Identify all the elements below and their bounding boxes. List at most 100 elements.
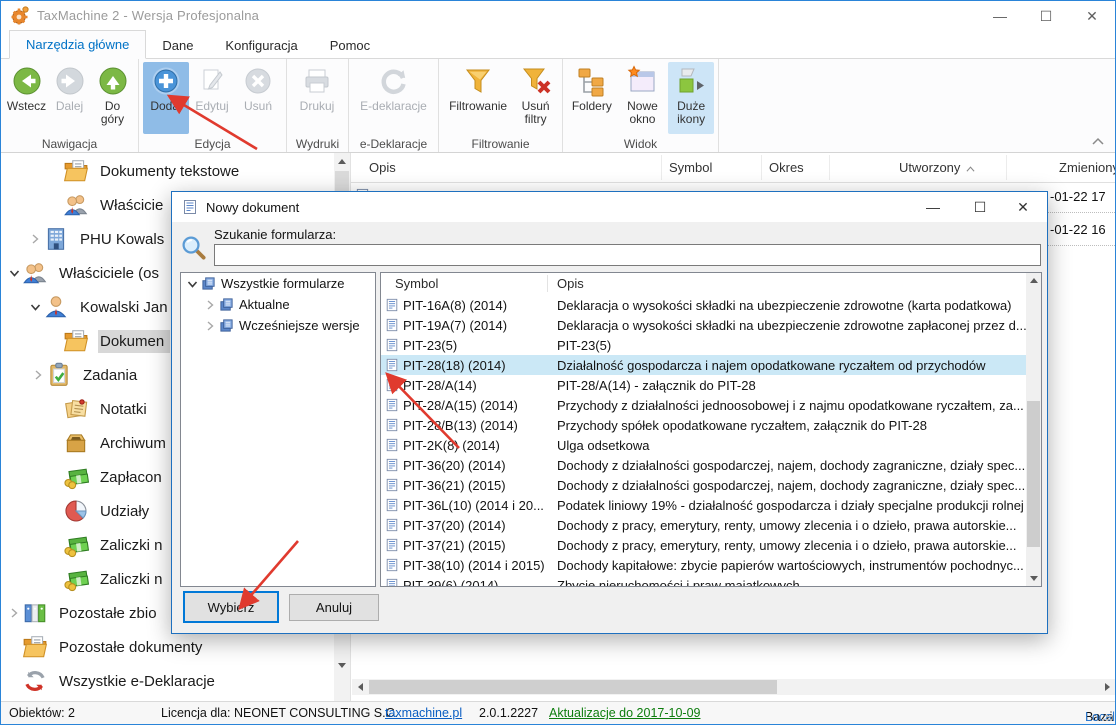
sidebar-item-wszystkie-edeklaracje[interactable]: Wszystkie e-Deklaracje [1, 664, 334, 698]
form-search-input[interactable] [214, 244, 1041, 266]
status-updates-link[interactable]: Aktualizacje do 2017-10-09 [549, 706, 701, 720]
form-row-pit36-20[interactable]: PIT-36(20) (2014)Dochody z działalności … [381, 455, 1026, 475]
add-button[interactable]: Dodaj [143, 62, 189, 134]
large-icons-icon [675, 65, 707, 97]
window-maximize-button[interactable]: ☐ [1023, 1, 1069, 31]
form-icon [385, 498, 399, 512]
tab-dane[interactable]: Dane [146, 32, 209, 59]
chevron-right-icon[interactable] [7, 606, 21, 620]
form-row-pit28a15[interactable]: PIT-28/A(15) (2014)Przychody z działalno… [381, 395, 1026, 415]
new-window-button[interactable]: Nowe okno [617, 62, 669, 134]
group-label-edycja: Edycja [139, 137, 286, 151]
tab-konfiguracja[interactable]: Konfiguracja [209, 32, 313, 59]
scroll-up-icon[interactable] [1026, 273, 1041, 288]
scroll-down-icon[interactable] [1026, 571, 1041, 586]
forms-list-header: Symbol Opis [381, 273, 1026, 294]
folders-button[interactable]: Foldery [567, 62, 617, 134]
archive-box-icon [63, 430, 89, 456]
form-icon [385, 298, 399, 312]
ribbon-group-edycja: Dodaj Edytuj Usuń Edycja [139, 59, 287, 152]
edit-button[interactable]: Edytuj [189, 62, 235, 134]
scroll-left-icon[interactable] [352, 679, 368, 695]
resize-grip[interactable] [1101, 710, 1113, 722]
clear-filters-icon [520, 65, 552, 97]
ribbon-group-edeklaracje: E-deklaracje e-Deklaracje [349, 59, 439, 152]
sidebar-item-dokumenty-tekstowe[interactable]: Dokumenty tekstowe [1, 154, 334, 188]
form-stack-icon [219, 297, 234, 312]
ribbon-collapse-icon[interactable] [1091, 136, 1105, 146]
tree-item-aktualne[interactable]: Aktualne [181, 294, 375, 315]
clear-filters-button[interactable]: Usuń filtry [513, 62, 558, 134]
money-icon [63, 566, 89, 592]
form-icon [385, 558, 399, 572]
form-row-pit36-21[interactable]: PIT-36(21) (2015)Dochody z działalności … [381, 475, 1026, 495]
form-row-pit28-selected[interactable]: PIT-28(18) (2014)Działalność gospodarcza… [381, 355, 1026, 375]
column-header-zmieniony[interactable]: Zmieniony [1059, 160, 1115, 175]
scroll-up-icon[interactable] [334, 153, 350, 169]
forms-scrollbar-thumb[interactable] [1027, 401, 1040, 547]
pie-chart-icon [63, 498, 89, 524]
tree-item-wczesniejsze-wersje[interactable]: Wcześniejsze wersje [181, 315, 375, 336]
sidebar-item-pozostale-dokumenty[interactable]: Pozostałe dokumenty [1, 630, 334, 664]
form-row-pit23[interactable]: PIT-23(5)PIT-23(5) [381, 335, 1026, 355]
up-button[interactable]: Do góry [91, 62, 134, 134]
form-row-pit2k[interactable]: PIT-2K(8) (2014)Ulga odsetkowa [381, 435, 1026, 455]
window-close-button[interactable]: ✕ [1069, 1, 1115, 31]
chevron-down-icon[interactable] [185, 277, 199, 291]
tab-narzedzia-glowne[interactable]: Narzędzia główne [9, 30, 146, 59]
horizontal-scrollbar-thumb[interactable] [369, 680, 777, 694]
clipboard-check-icon [46, 362, 72, 388]
tab-pomoc[interactable]: Pomoc [314, 32, 386, 59]
column-header-opis[interactable]: Opis [369, 160, 396, 175]
scroll-down-icon[interactable] [334, 657, 350, 673]
forms-list: Symbol Opis PIT-16A(8) (2014)Deklaracja … [380, 272, 1042, 587]
user-icon [43, 294, 69, 320]
group-label-wydruki: Wydruki [287, 137, 348, 151]
column-header-symbol[interactable]: Symbol [669, 160, 712, 175]
large-icons-button[interactable]: Duże ikony [668, 62, 714, 134]
form-row-pit28a14[interactable]: PIT-28/A(14)PIT-28/A(14) - załącznik do … [381, 375, 1026, 395]
chevron-down-icon[interactable] [28, 300, 42, 314]
building-icon [43, 226, 69, 252]
cancel-button[interactable]: Anuluj [289, 594, 379, 621]
form-row-pit37-20[interactable]: PIT-37(20) (2014)Dochody z pracy, emeryt… [381, 515, 1026, 535]
chevron-right-icon[interactable] [203, 298, 217, 312]
form-row-pit38[interactable]: PIT-38(10) (2014 i 2015)Dochody kapitało… [381, 555, 1026, 575]
delete-button[interactable]: Usuń [235, 62, 281, 134]
dialog-maximize-button[interactable]: ☐ [960, 192, 1000, 222]
edeclarations-button[interactable]: E-deklaracje [353, 62, 434, 134]
back-button[interactable]: Wstecz [5, 62, 48, 134]
column-header-utworzony[interactable]: Utworzony [899, 160, 975, 175]
group-label-edeklaracje: e-Deklaracje [349, 137, 438, 151]
status-website-link[interactable]: taxmachine.pl [385, 706, 462, 720]
dialog-minimize-button[interactable]: — [913, 192, 953, 222]
chevron-right-icon[interactable] [203, 319, 217, 333]
form-row-pit28b[interactable]: PIT-28/B(13) (2014)Przychody spółek opod… [381, 415, 1026, 435]
tree-item-wszystkie-formularze[interactable]: Wszystkie formularze [181, 273, 375, 294]
filter-button[interactable]: Filtrowanie [443, 62, 513, 134]
table-horizontal-scrollbar[interactable] [352, 679, 1115, 695]
form-row-pit19a[interactable]: PIT-19A(7) (2014)Deklaracja o wysokości … [381, 315, 1026, 335]
users-icon [63, 192, 89, 218]
select-button[interactable]: Wybierz [183, 591, 279, 623]
form-row-pit16a[interactable]: PIT-16A(8) (2014)Deklaracja o wysokości … [381, 295, 1026, 315]
folder-doc-icon [22, 634, 48, 660]
group-label-filtrowanie: Filtrowanie [439, 137, 562, 151]
forward-button[interactable]: Dalej [48, 62, 91, 134]
chevron-right-icon[interactable] [31, 368, 45, 382]
column-header-okres[interactable]: Okres [769, 160, 804, 175]
form-row-pit37-21[interactable]: PIT-37(21) (2015)Dochody z pracy, emeryt… [381, 535, 1026, 555]
notes-icon [63, 396, 89, 422]
chevron-right-icon[interactable] [28, 232, 42, 246]
list-column-symbol[interactable]: Symbol [395, 276, 438, 291]
list-column-opis[interactable]: Opis [557, 276, 584, 291]
form-row-pit36l[interactable]: PIT-36L(10) (2014 i 20...Podatek liniowy… [381, 495, 1026, 515]
window-minimize-button[interactable]: — [977, 1, 1023, 31]
dialog-close-button[interactable]: ✕ [1003, 192, 1043, 222]
print-button[interactable]: Drukuj [291, 62, 343, 134]
dialog-title: Nowy dokument [206, 200, 299, 215]
chevron-down-icon[interactable] [7, 266, 21, 280]
scroll-right-icon[interactable] [1099, 679, 1115, 695]
forms-list-scrollbar[interactable] [1026, 273, 1041, 586]
money-icon [63, 464, 89, 490]
